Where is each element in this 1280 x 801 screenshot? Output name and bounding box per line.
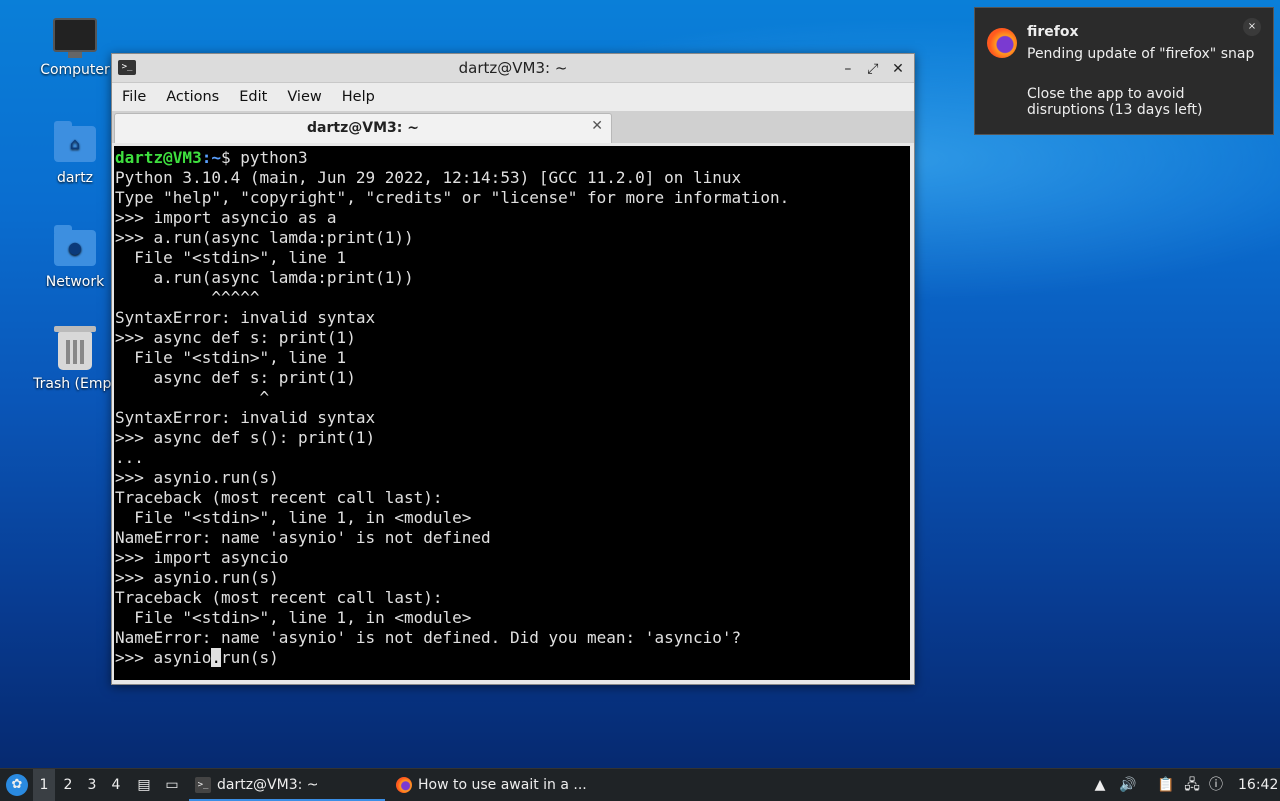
- workspace-3[interactable]: 3: [81, 769, 103, 801]
- terminal-line: a.run(async lamda:print(1)): [115, 268, 414, 287]
- terminal-line: >>> import asyncio as a: [115, 208, 337, 227]
- window-title: dartz@VM3: ~: [458, 59, 568, 77]
- terminal-line: SyntaxError: invalid syntax: [115, 408, 376, 427]
- firefox-icon: [987, 28, 1017, 58]
- menubar: File Actions Edit View Help: [112, 83, 914, 111]
- clock[interactable]: 16:42: [1238, 769, 1278, 801]
- current-input-before: >>> asynio: [115, 648, 212, 667]
- terminal-line: File "<stdin>", line 1: [115, 248, 347, 267]
- tab-close-icon[interactable]: ✕: [591, 118, 603, 134]
- volume-icon[interactable]: 🔊: [1117, 769, 1139, 801]
- tab-terminal[interactable]: dartz@VM3: ~ ✕: [114, 113, 612, 143]
- workspace-2[interactable]: 2: [57, 769, 79, 801]
- desktop-icon-label: dartz: [56, 170, 94, 186]
- prompt-path: :~: [201, 148, 221, 167]
- terminal-line: File "<stdin>", line 1, in <module>: [115, 608, 472, 627]
- terminal-line: >>> import asyncio: [115, 548, 289, 567]
- menu-help[interactable]: Help: [332, 83, 385, 105]
- current-input-after: run(s): [220, 648, 279, 667]
- file-manager-icon[interactable]: ▤: [133, 769, 155, 801]
- menu-file[interactable]: File: [112, 83, 156, 105]
- terminal-line: File "<stdin>", line 1: [115, 348, 347, 367]
- terminal-line: NameError: name 'asynio' is not defined: [115, 528, 491, 547]
- maximize-button[interactable]: ⤢: [863, 61, 883, 77]
- tab-title: dartz@VM3: ~: [307, 120, 419, 136]
- taskbar: ✿ 1 2 3 4 ▤ ▭ >_ dartz@VM3: ~ How to use…: [0, 768, 1280, 801]
- desktop-icon-network[interactable]: ● Network: [27, 225, 123, 290]
- window-titlebar[interactable]: >_ dartz@VM3: ~ – ⤢ ✕: [112, 54, 914, 83]
- desktop-icon-computer[interactable]: Computer: [27, 18, 123, 78]
- desktop-icon-label: Computer: [40, 62, 110, 78]
- task-firefox[interactable]: How to use await in a ...: [390, 769, 618, 801]
- terminal-line: Traceback (most recent call last):: [115, 488, 443, 507]
- tray-up-arrow-icon[interactable]: ▲: [1089, 769, 1111, 801]
- terminal-line: >>> asynio.run(s): [115, 468, 279, 487]
- workspace-4[interactable]: 4: [105, 769, 127, 801]
- terminal-line: >>> async def s(): print(1): [115, 428, 376, 447]
- terminal-line: >>> asynio.run(s): [115, 568, 279, 587]
- terminal-line: File "<stdin>", line 1, in <module>: [115, 508, 472, 527]
- notification-popup[interactable]: firefox Pending update of "firefox" snap…: [974, 7, 1274, 135]
- desktop-icon-label: Network: [45, 274, 105, 290]
- workspace-1[interactable]: 1: [33, 769, 55, 801]
- text-cursor: .: [211, 648, 221, 667]
- notification-detail: Close the app to avoid disruptions (13 d…: [1027, 86, 1203, 118]
- trash-icon: [53, 326, 97, 372]
- terminal-line: >>> a.run(async lamda:print(1)): [115, 228, 414, 247]
- prompt-command: $ python3: [220, 148, 308, 167]
- network-folder-icon: ●: [53, 225, 97, 270]
- terminal-line: NameError: name 'asynio' is not defined.…: [115, 628, 742, 647]
- show-desktop-icon[interactable]: ▭: [161, 769, 183, 801]
- terminal-line: Type "help", "copyright", "credits" or "…: [115, 188, 790, 207]
- terminal-line: ...: [115, 448, 144, 467]
- terminal-line: >>> async def s: print(1): [115, 328, 356, 347]
- network-tray-icon[interactable]: 🖧: [1181, 769, 1203, 801]
- terminal-window[interactable]: >_ dartz@VM3: ~ – ⤢ ✕ File Actions Edit Vie…: [111, 53, 915, 685]
- terminal-line: ^^^^^: [115, 288, 260, 307]
- menu-edit[interactable]: Edit: [229, 83, 277, 105]
- task-label: dartz@VM3: ~: [217, 777, 319, 793]
- notification-message: Pending update of "firefox" snap: [1027, 46, 1255, 62]
- start-menu-icon[interactable]: ✿: [6, 774, 28, 796]
- prompt-line: dartz@VM3:~$ python3: [114, 148, 910, 168]
- menu-view[interactable]: View: [277, 83, 331, 105]
- update-notifier-icon[interactable]: ⓘ: [1205, 769, 1227, 801]
- firefox-icon: [396, 777, 412, 793]
- desktop-icon-home[interactable]: ⌂ dartz: [27, 121, 123, 186]
- menu-actions[interactable]: Actions: [156, 83, 229, 105]
- notification-close-button[interactable]: ×: [1243, 18, 1261, 36]
- clipboard-icon[interactable]: 📋: [1155, 769, 1177, 801]
- notification-title: firefox: [1027, 24, 1079, 40]
- task-label: How to use await in a ...: [418, 777, 587, 793]
- tab-bar: dartz@VM3: ~ ✕: [112, 111, 914, 143]
- terminal-line: Traceback (most recent call last):: [115, 588, 443, 607]
- minimize-button[interactable]: –: [838, 61, 858, 77]
- close-button[interactable]: ✕: [888, 61, 908, 77]
- terminal-line: async def s: print(1): [115, 368, 356, 387]
- terminal-icon: >_: [195, 777, 211, 793]
- task-terminal[interactable]: >_ dartz@VM3: ~: [189, 769, 385, 801]
- terminal-output[interactable]: dartz@VM3:~$ python3 Python 3.10.4 (main…: [114, 146, 910, 680]
- terminal-line: ^: [115, 388, 270, 407]
- computer-icon: [53, 18, 97, 58]
- current-input-line: >>> asynio.run(s): [114, 648, 910, 668]
- prompt-user: dartz@VM3: [115, 148, 202, 167]
- terminal-line: Python 3.10.4 (main, Jun 29 2022, 12:14:…: [115, 168, 742, 187]
- terminal-line: SyntaxError: invalid syntax: [115, 308, 376, 327]
- home-folder-icon: ⌂: [53, 121, 97, 166]
